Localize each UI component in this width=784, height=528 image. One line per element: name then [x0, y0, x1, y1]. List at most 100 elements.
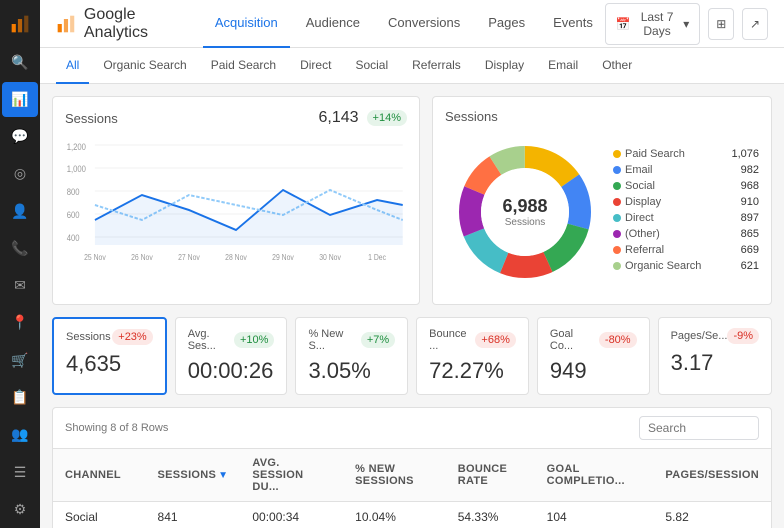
- sort-icon: ▼: [218, 470, 228, 481]
- share-button[interactable]: ↗: [742, 8, 768, 40]
- legend-item-display: Display 910: [613, 196, 759, 208]
- cell-channel-0: Social: [53, 502, 146, 528]
- cell-sessions-0: 841: [146, 502, 241, 528]
- metric-new-change: +7%: [361, 332, 395, 348]
- sub-nav-social[interactable]: Social: [345, 48, 398, 84]
- donut-chart-card: Sessions: [432, 96, 772, 305]
- metric-pages-label: Pages/Se...: [671, 330, 728, 342]
- sidebar-item-menu[interactable]: ☰: [2, 454, 38, 489]
- line-chart-value: 6,143: [319, 109, 359, 127]
- table-section: Showing 8 of 8 Rows CHANNEL SESSIONS▼ AV…: [52, 407, 772, 528]
- metric-bounce: Bounce ... +68% 72.27%: [416, 317, 529, 395]
- nav-audience[interactable]: Audience: [294, 0, 372, 48]
- metric-pages-change: -9%: [727, 328, 759, 344]
- col-avg-duration: AVG. SESSION DU...: [240, 449, 343, 502]
- svg-text:1 Dec: 1 Dec: [368, 252, 386, 262]
- nav-conversions[interactable]: Conversions: [376, 0, 472, 48]
- metric-avg-change: +10%: [234, 332, 274, 348]
- col-bounce: BOUNCE RATE: [446, 449, 535, 502]
- sub-nav-other[interactable]: Other: [592, 48, 642, 84]
- sub-nav-organic[interactable]: Organic Search: [93, 48, 196, 84]
- table-row: Social 841 00:00:34 10.04% 54.33% 104 5.…: [53, 502, 771, 528]
- sub-nav-paid[interactable]: Paid Search: [201, 48, 286, 84]
- donut-legend: Paid Search 1,076 Email 982 Social 968: [605, 148, 759, 276]
- metric-bounce-label: Bounce ...: [429, 328, 475, 352]
- metric-new-value: 3.05%: [308, 358, 395, 384]
- col-channel: CHANNEL: [53, 449, 146, 502]
- donut-chart-header: Sessions: [445, 109, 759, 124]
- content-area: Sessions 6,143 +14% 1,200 1,000 800 600 …: [40, 84, 784, 528]
- sidebar-item-phone[interactable]: 📞: [2, 231, 38, 266]
- sidebar-item-settings[interactable]: ⚙: [2, 492, 38, 527]
- sub-nav-direct[interactable]: Direct: [290, 48, 341, 84]
- sidebar-item-email[interactable]: ✉: [2, 268, 38, 303]
- sidebar-item-reports[interactable]: 📋: [2, 380, 38, 415]
- col-pages: PAGES/SESSION: [653, 449, 771, 502]
- sidebar-item-users[interactable]: 👥: [2, 417, 38, 452]
- sidebar: 🔍 📊 💬 ◎ 👤 📞 ✉ 📍 🛒 📋 👥 ☰ ⚙: [0, 0, 40, 528]
- sidebar-item-search[interactable]: 🔍: [2, 44, 38, 79]
- nav-events[interactable]: Events: [541, 0, 605, 48]
- sidebar-item-messages[interactable]: 💬: [2, 119, 38, 154]
- chart-type-button[interactable]: ⊞: [708, 8, 734, 40]
- sidebar-item-geo[interactable]: 📍: [2, 305, 38, 340]
- line-chart-card: Sessions 6,143 +14% 1,200 1,000 800 600 …: [52, 96, 420, 305]
- table-info: Showing 8 of 8 Rows: [65, 422, 168, 434]
- svg-text:30 Nov: 30 Nov: [319, 252, 341, 262]
- sub-nav-display[interactable]: Display: [475, 48, 534, 84]
- main-content: Google Analytics Acquisition Audience Co…: [40, 0, 784, 528]
- line-chart-title: Sessions: [65, 111, 118, 126]
- cell-pages-0: 5.82: [653, 502, 771, 528]
- sidebar-item-dashboard[interactable]: 📊: [2, 82, 38, 117]
- sidebar-item-ecommerce[interactable]: 🛒: [2, 343, 38, 378]
- metric-new-label: % New S...: [308, 328, 360, 352]
- header: Google Analytics Acquisition Audience Co…: [40, 0, 784, 48]
- donut-wrapper: 6,988 Sessions: [445, 132, 605, 292]
- metric-sessions-label: Sessions: [66, 331, 111, 343]
- metric-avg-value: 00:00:26: [188, 358, 275, 384]
- date-range-button[interactable]: 📅 Last 7 Days ▾: [605, 3, 700, 45]
- legend-item-organic: Organic Search 621: [613, 260, 759, 272]
- svg-text:25 Nov: 25 Nov: [84, 252, 106, 262]
- legend-item-direct: Direct 897: [613, 212, 759, 224]
- table-header-row: Showing 8 of 8 Rows: [53, 408, 771, 449]
- svg-text:600: 600: [67, 209, 80, 220]
- svg-text:800: 800: [67, 186, 80, 197]
- metric-goal-change: -80%: [599, 332, 637, 348]
- sidebar-logo: [4, 8, 36, 39]
- metric-new-sessions: % New S... +7% 3.05%: [295, 317, 408, 395]
- nav-pages[interactable]: Pages: [476, 0, 537, 48]
- svg-text:1,200: 1,200: [67, 141, 87, 152]
- chevron-down-icon: ▾: [683, 17, 689, 31]
- donut-content: 6,988 Sessions Paid Search 1,076 Email 9…: [445, 132, 759, 292]
- cell-goal-0: 104: [535, 502, 654, 528]
- donut-center: 6,988 Sessions: [502, 196, 547, 228]
- col-goal: GOAL COMPLETIO...: [535, 449, 654, 502]
- legend-item-email: Email 982: [613, 164, 759, 176]
- nav-acquisition[interactable]: Acquisition: [203, 0, 290, 48]
- metric-bounce-value: 72.27%: [429, 358, 516, 384]
- svg-text:26 Nov: 26 Nov: [131, 252, 153, 262]
- donut-chart-title: Sessions: [445, 109, 498, 124]
- donut-center-label: Sessions: [502, 217, 547, 228]
- line-chart-change: +14%: [367, 110, 407, 126]
- donut-center-value: 6,988: [502, 196, 547, 217]
- sidebar-item-realtime[interactable]: ◎: [2, 156, 38, 191]
- legend-item-social: Social 968: [613, 180, 759, 192]
- svg-text:29 Nov: 29 Nov: [272, 252, 294, 262]
- svg-text:28 Nov: 28 Nov: [225, 252, 247, 262]
- legend-item-referral: Referral 669: [613, 244, 759, 256]
- sub-nav-email[interactable]: Email: [538, 48, 588, 84]
- col-new-sessions: % NEW SESSIONS: [343, 449, 446, 502]
- svg-text:1,000: 1,000: [67, 163, 87, 174]
- date-range-label: Last 7 Days: [635, 10, 679, 38]
- sidebar-item-audience[interactable]: 👤: [2, 193, 38, 228]
- table-header: CHANNEL SESSIONS▼ AVG. SESSION DU... % N…: [53, 449, 771, 502]
- cell-duration-0: 00:00:34: [240, 502, 343, 528]
- col-sessions[interactable]: SESSIONS▼: [146, 449, 241, 502]
- table-search-input[interactable]: [639, 416, 759, 440]
- metric-avg-session: Avg. Ses... +10% 00:00:26: [175, 317, 288, 395]
- sub-nav-referrals[interactable]: Referrals: [402, 48, 471, 84]
- cell-new-0: 10.04%: [343, 502, 446, 528]
- sub-nav-all[interactable]: All: [56, 48, 89, 84]
